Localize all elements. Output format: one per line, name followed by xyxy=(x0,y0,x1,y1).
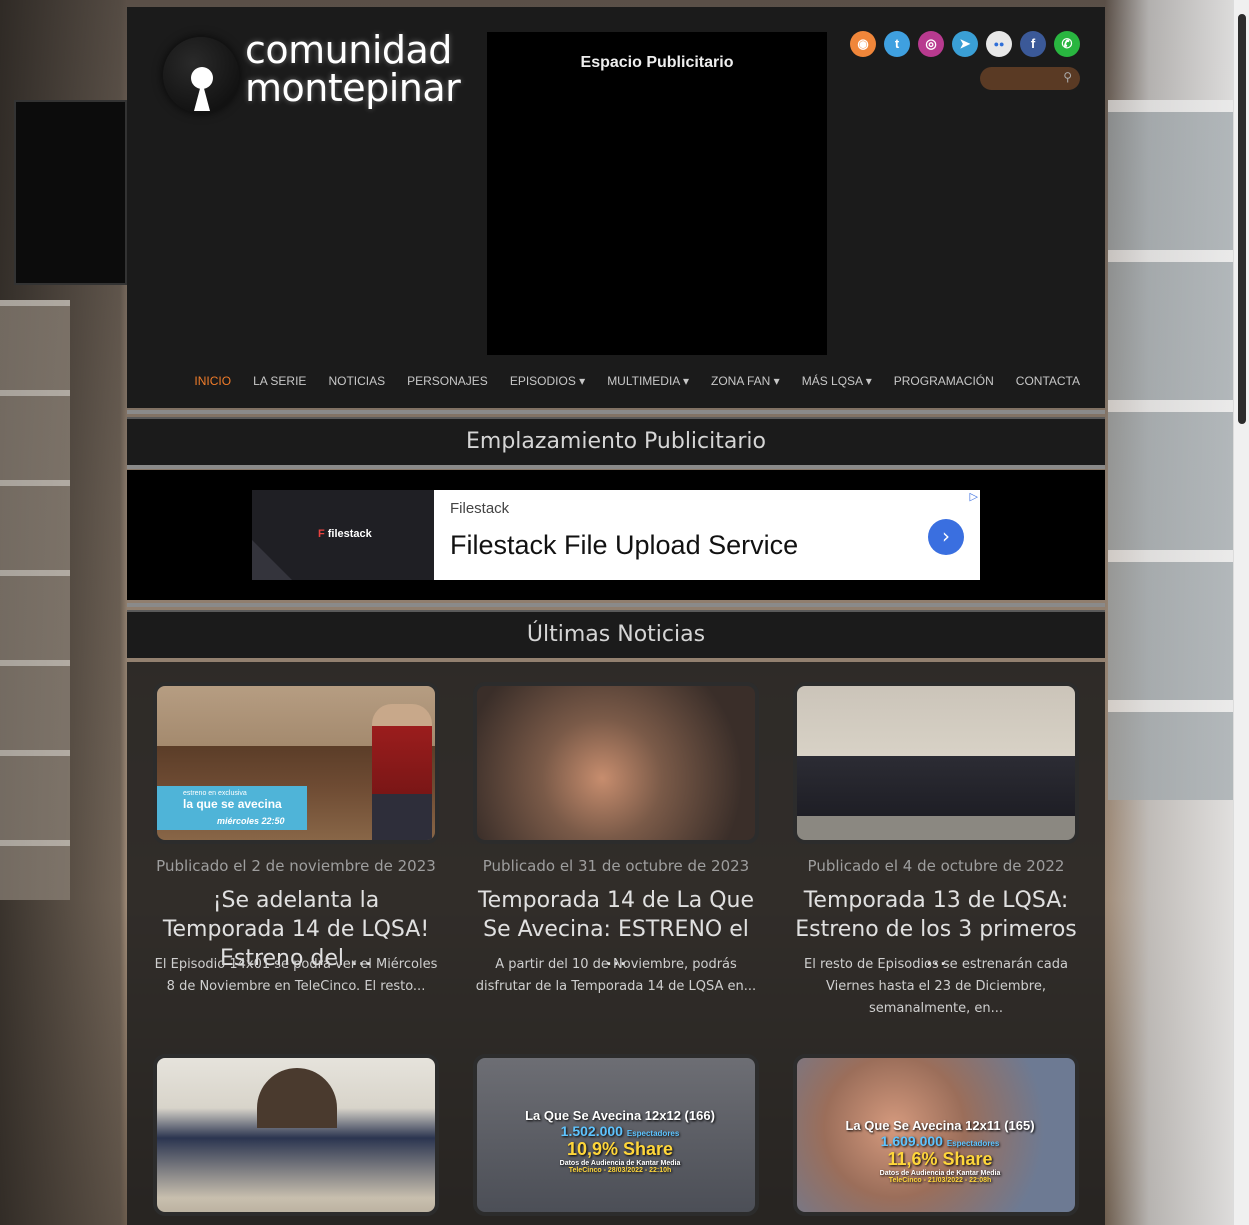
news-card-image[interactable] xyxy=(153,1054,439,1216)
adchoices-icon[interactable]: ▷ xyxy=(970,490,978,503)
nav-item-programacion[interactable]: PROGRAMACIÓN xyxy=(894,374,994,394)
site-header: comunidad montepinar Espacio Publicitari… xyxy=(127,7,1105,408)
news-card-excerpt: El Episodio 14x01 se podrá ver el Miérco… xyxy=(154,957,438,994)
keyhole-icon xyxy=(191,67,215,113)
news-card-image[interactable] xyxy=(473,682,759,844)
background-tv-frame xyxy=(14,100,127,285)
header-ad-space: Espacio Publicitario xyxy=(487,32,827,355)
news-card-date: Publicado el 2 de noviembre de 2023 xyxy=(156,857,436,875)
nav-item-inicio[interactable]: INICIO xyxy=(194,374,231,394)
whatsapp-icon[interactable]: ✆ xyxy=(1054,31,1080,57)
telegram-icon[interactable]: ➤ xyxy=(952,31,978,57)
logo-line-1: comunidad xyxy=(245,28,452,72)
audience-stats-overlay: La Que Se Avecina 12x12 (166) 1.502.000 … xyxy=(525,1108,715,1174)
news-card-date: Publicado el 4 de octubre de 2022 xyxy=(807,857,1065,875)
nav-item-la-serie[interactable]: LA SERIE xyxy=(253,374,306,394)
logo-text: comunidad montepinar xyxy=(245,28,461,110)
ad-section-heading: Emplazamiento Publicitario xyxy=(127,417,1105,465)
page-scrollbar[interactable] xyxy=(1233,0,1249,1225)
facebook-icon[interactable]: f xyxy=(1020,31,1046,57)
audience-stats-overlay: La Que Se Avecina 12x11 (165) 1.609.000 … xyxy=(845,1118,1035,1184)
news-card-image[interactable]: estreno en exclusiva la que se avecina m… xyxy=(153,682,439,844)
news-card-image[interactable]: La Que Se Avecina 12x11 (165) 1.609.000 … xyxy=(793,1054,1079,1216)
background-window xyxy=(1108,100,1233,800)
news-section-heading: Últimas Noticias xyxy=(127,610,1105,658)
divider xyxy=(127,603,1105,607)
news-card-date: Publicado el 31 de octubre de 2023 xyxy=(482,857,750,875)
logo-circle xyxy=(163,37,239,113)
ad-banner[interactable]: Ffilestack Filestack Filestack File Uplo… xyxy=(252,490,980,580)
nav-item-episodios[interactable]: EPISODIOS ▾ xyxy=(510,374,585,394)
nav-item-personajes[interactable]: PERSONAJES xyxy=(407,374,488,394)
search-icon[interactable]: ⚲ xyxy=(1063,70,1072,84)
news-card-image[interactable]: La Que Se Avecina 12x12 (166) 1.502.000 … xyxy=(473,1054,759,1216)
news-card-excerpt: A partir del 10 de Noviembre, podrás dis… xyxy=(475,957,757,994)
banner-brand: Filestack xyxy=(450,500,510,517)
news-card-excerpt: El resto de Episodios se estrenarán cada… xyxy=(804,957,1068,1016)
filestack-logo: Ffilestack xyxy=(318,528,372,540)
nav-item-noticias[interactable]: NOTICIAS xyxy=(328,374,385,394)
banner-headline[interactable]: Filestack File Upload Service xyxy=(450,530,798,561)
nav-item-zona-fan[interactable]: ZONA FAN ▾ xyxy=(711,374,780,394)
divider xyxy=(127,410,1105,414)
news-card-image[interactable] xyxy=(793,682,1079,844)
site-container: comunidad montepinar Espacio Publicitari… xyxy=(127,7,1105,1225)
nav-item-contacta[interactable]: CONTACTA xyxy=(1016,374,1080,394)
nav-item-mas-lqsa[interactable]: MÁS LQSA ▾ xyxy=(802,374,872,394)
banner-logo-panel: Ffilestack xyxy=(252,490,434,580)
flickr-icon[interactable]: ●● xyxy=(986,31,1012,57)
chevron-right-icon[interactable]: › xyxy=(928,519,964,555)
background-shelf xyxy=(0,300,70,900)
ad-strip: Ffilestack Filestack Filestack File Uplo… xyxy=(127,470,1105,600)
nav-item-multimedia[interactable]: MULTIMEDIA ▾ xyxy=(607,374,689,394)
scrollbar-thumb[interactable] xyxy=(1238,14,1246,424)
header-ad-title: Espacio Publicitario xyxy=(580,54,734,71)
logo-line-2: montepinar xyxy=(245,66,461,110)
twitter-icon[interactable]: t xyxy=(884,31,910,57)
filestack-logo-icon: F xyxy=(318,528,325,540)
main-nav: INICIO LA SERIE NOTICIAS PERSONAJES EPIS… xyxy=(172,374,1080,394)
rss-icon[interactable]: ◉ xyxy=(850,31,876,57)
site-logo[interactable]: comunidad montepinar xyxy=(161,28,461,123)
instagram-icon[interactable]: ◎ xyxy=(918,31,944,57)
news-grid: estreno en exclusiva la que se avecina m… xyxy=(127,662,1105,1225)
search-input[interactable]: ⚲ xyxy=(980,67,1080,90)
lqsa-logo-overlay: estreno en exclusiva la que se avecina m… xyxy=(157,786,307,830)
divider xyxy=(127,465,1105,469)
